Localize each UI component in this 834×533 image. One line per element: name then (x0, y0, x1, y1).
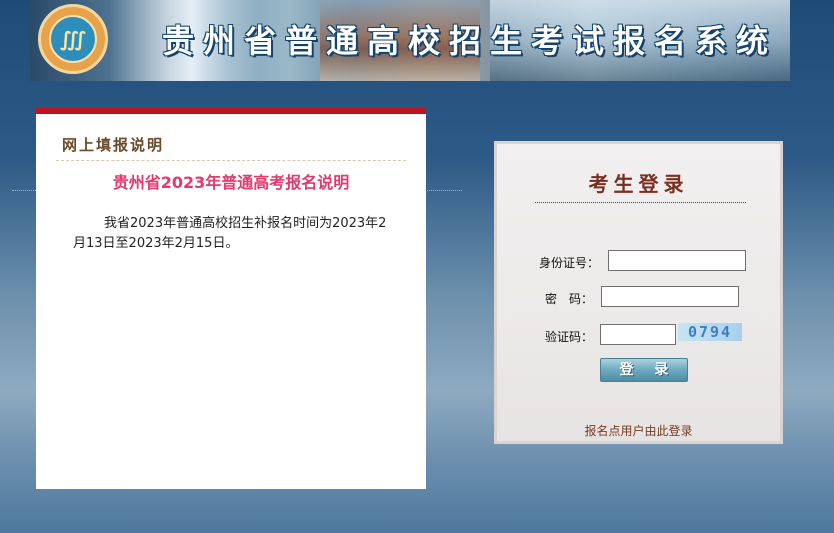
id-number-label: 身份证号： (539, 256, 600, 270)
id-number-input[interactable] (608, 250, 746, 271)
notice-heading: 网上填报说明 (62, 136, 165, 154)
captcha-input[interactable] (600, 324, 676, 345)
login-button[interactable]: 登 录 (600, 358, 688, 382)
captcha-label: 验证码： (545, 330, 594, 344)
notice-divider (56, 160, 406, 161)
login-panel: 考生登录 身份证号： 密 码： 验证码： 0794 登 录 报名点用户由此登录 (494, 141, 783, 444)
site-user-login-link[interactable]: 报名点用户由此登录 (497, 422, 780, 439)
notice-title: 贵州省2023年普通高考报名说明 (112, 173, 350, 192)
notice-body: 我省2023年普通高校招生补报名时间为2023年2月13日至2023年2月15日… (73, 216, 387, 251)
captcha-image[interactable]: 0794 (678, 323, 742, 341)
login-divider (535, 202, 746, 203)
login-title: 考生登录 (588, 172, 689, 196)
emblem-icon: ∭ (38, 4, 108, 74)
password-input[interactable] (601, 286, 739, 307)
notice-panel: 网上填报说明 贵州省2023年普通高考报名说明 我省2023年普通高校招生补报名… (36, 108, 426, 489)
password-label: 密 码： (545, 292, 594, 306)
header-banner: ∭ 贵州省普通高校招生考试报名系统 (30, 0, 790, 81)
system-title: 贵州省普通高校招生考试报名系统 (162, 22, 778, 60)
